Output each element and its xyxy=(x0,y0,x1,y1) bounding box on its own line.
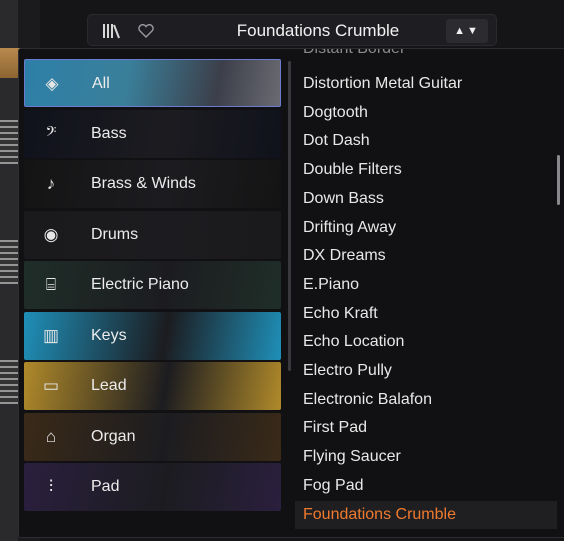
heart-icon[interactable] xyxy=(134,15,158,47)
category-label: Keys xyxy=(91,326,127,344)
preset-scrollbar[interactable] xyxy=(557,155,560,205)
preset-dropdown-panel: ◈ All 𝄢 Bass ♪ Brass & Winds ◉ Drums ⌸ Electric P… xyxy=(18,48,564,538)
preset-item[interactable]: Down Bass xyxy=(295,185,557,213)
category-scrollbar[interactable] xyxy=(288,61,291,371)
category-label: Brass & Winds xyxy=(91,175,196,192)
drum-icon: ◉ xyxy=(43,224,59,244)
preset-item[interactable]: Electronic Balafon xyxy=(295,386,557,414)
preset-item[interactable]: Flying Saucer xyxy=(295,443,557,471)
preset-list: Distant Border Distortion Metal Guitar Dog… xyxy=(295,49,557,537)
preset-item[interactable]: Echo Location xyxy=(295,328,557,356)
organ-icon: ⌂ xyxy=(45,426,57,446)
category-electric-piano[interactable]: ⌸ Electric Piano xyxy=(24,261,281,309)
preset-item[interactable]: Dogtooth xyxy=(295,99,557,127)
category-brass-winds[interactable]: ♪ Brass & Winds xyxy=(24,160,281,208)
category-label: Drums xyxy=(91,225,139,243)
category-bass[interactable]: 𝄢 Bass xyxy=(24,109,281,158)
electric-piano-icon: ⌸ xyxy=(45,275,57,294)
preset-item[interactable]: Fog Pad xyxy=(295,472,557,500)
preset-item[interactable]: E.Piano xyxy=(295,271,557,299)
trumpet-icon: ♪ xyxy=(46,174,56,193)
category-label: Organ xyxy=(91,427,136,445)
category-label: Bass xyxy=(91,124,127,142)
preset-browser-bar: Foundations Crumble ▲▼ xyxy=(87,14,497,46)
category-pad[interactable]: ⫶ Pad xyxy=(24,463,281,511)
preset-item[interactable]: Double Filters xyxy=(295,156,557,184)
preset-item[interactable]: Distant Border xyxy=(295,49,557,63)
preset-item[interactable]: Electro Pully xyxy=(295,357,557,385)
preset-item[interactable]: Dot Dash xyxy=(295,127,557,155)
preset-item-selected[interactable]: Foundations Crumble xyxy=(295,500,557,529)
category-organ[interactable]: ⌂ Organ xyxy=(24,412,281,461)
current-preset-name[interactable]: Foundations Crumble xyxy=(208,21,428,41)
category-label: Lead xyxy=(91,377,127,394)
preset-item[interactable]: Drifting Away xyxy=(295,214,557,242)
preset-item[interactable]: Distortion Metal Guitar xyxy=(295,70,557,98)
category-all[interactable]: ◈ All xyxy=(24,59,281,107)
category-keys[interactable]: ▥ Keys xyxy=(24,311,281,360)
category-label: All xyxy=(92,75,110,92)
category-list: ◈ All 𝄢 Bass ♪ Brass & Winds ◉ Drums ⌸ Electric P… xyxy=(24,59,282,537)
keys-icon: ▥ xyxy=(42,325,60,345)
guitar-icon: 𝄢 xyxy=(45,123,57,143)
preset-item[interactable]: DX Dreams xyxy=(295,242,557,270)
category-lead[interactable]: ▭ Lead xyxy=(24,362,281,410)
category-drums[interactable]: ◉ Drums xyxy=(24,210,281,259)
category-label: Electric Piano xyxy=(91,276,189,293)
layers-icon: ◈ xyxy=(45,74,59,93)
pad-waveform-icon: ⫶ xyxy=(48,477,54,496)
preset-item[interactable]: Echo Kraft xyxy=(295,300,557,328)
app-window: Foundations Crumble ▲▼ ◈ All 𝄢 Bass ♪ Brass &… xyxy=(0,0,564,541)
preset-nav-arrows[interactable]: ▲▼ xyxy=(446,19,488,43)
category-label: Pad xyxy=(91,478,120,495)
preset-item[interactable]: First Pad xyxy=(295,414,557,442)
lead-icon: ▭ xyxy=(42,376,60,395)
library-icon[interactable] xyxy=(98,15,124,47)
